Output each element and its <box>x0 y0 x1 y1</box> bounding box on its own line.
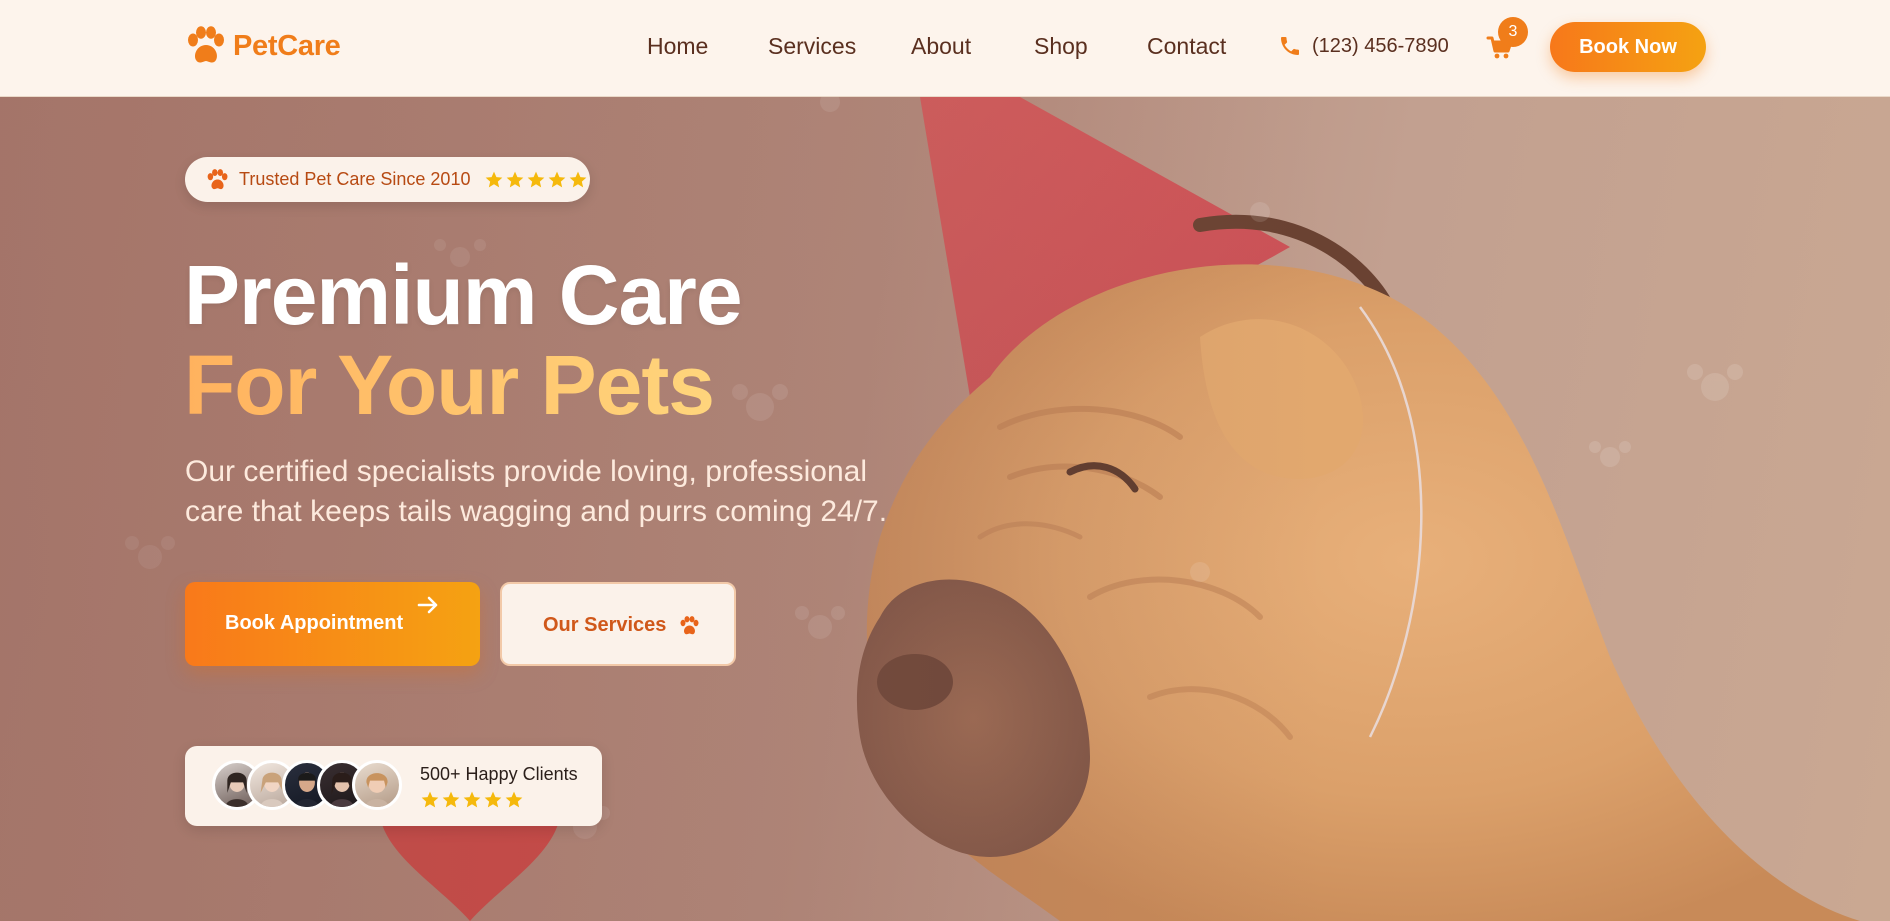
hero-headline-line1: Premium Care <box>184 248 743 342</box>
nav-link-contact[interactable]: Contact <box>1147 33 1226 60</box>
happy-clients-card: 500+ Happy Clients <box>185 746 602 826</box>
star-icon <box>486 171 503 187</box>
star-icon <box>549 171 566 187</box>
trust-rating-stars <box>484 170 589 190</box>
phone-icon <box>1281 37 1299 55</box>
star-icon <box>463 791 481 808</box>
clients-rating-stars <box>420 790 525 810</box>
cart-count-badge: 3 <box>1498 17 1528 47</box>
our-services-button[interactable]: Our Services <box>500 582 736 666</box>
star-icon <box>484 791 502 808</box>
nav-link-services[interactable]: Services <box>768 33 856 60</box>
trust-badge-text: Trusted Pet Care Since 2010 <box>239 169 471 189</box>
star-icon <box>570 171 587 187</box>
happy-clients-text: 500+ Happy Clients <box>420 764 578 784</box>
trust-badge: Trusted Pet Care Since 2010 <box>185 157 590 202</box>
brand-name: PetCare <box>233 29 341 62</box>
avatar <box>352 760 402 810</box>
paw-icon <box>188 26 224 63</box>
phone-link[interactable]: (123) 456-7890 <box>1278 34 1449 58</box>
nav-link-shop[interactable]: Shop <box>1034 33 1088 60</box>
hero-subtext: Our certified specialists provide loving… <box>185 455 888 528</box>
star-icon <box>442 791 460 808</box>
our-services-label: Our Services <box>543 614 667 636</box>
top-navbar: PetCare Home Services About Shop Contact… <box>0 0 1890 97</box>
paw-icon <box>680 616 699 635</box>
book-now-button[interactable]: Book Now <box>1550 22 1706 72</box>
client-avatars <box>212 760 402 810</box>
nav-link-home[interactable]: Home <box>647 33 708 60</box>
arrow-right-icon <box>417 596 438 614</box>
book-appointment-button[interactable]: Book Appointment <box>185 582 480 666</box>
hero-section: Trusted Pet Care Since 2010 Premium Care… <box>0 97 1890 921</box>
paw-icon <box>207 168 228 189</box>
brand-logo[interactable]: PetCare <box>184 26 341 66</box>
phone-number: (123) 456-7890 <box>1312 34 1449 57</box>
book-appointment-label: Book Appointment <box>225 612 404 634</box>
star-icon <box>507 171 524 187</box>
star-icon <box>505 791 523 808</box>
star-icon <box>528 171 545 187</box>
hero-headline-line2: For Your Pets <box>184 338 715 432</box>
star-icon <box>421 791 439 808</box>
nav-link-about[interactable]: About <box>911 33 971 60</box>
